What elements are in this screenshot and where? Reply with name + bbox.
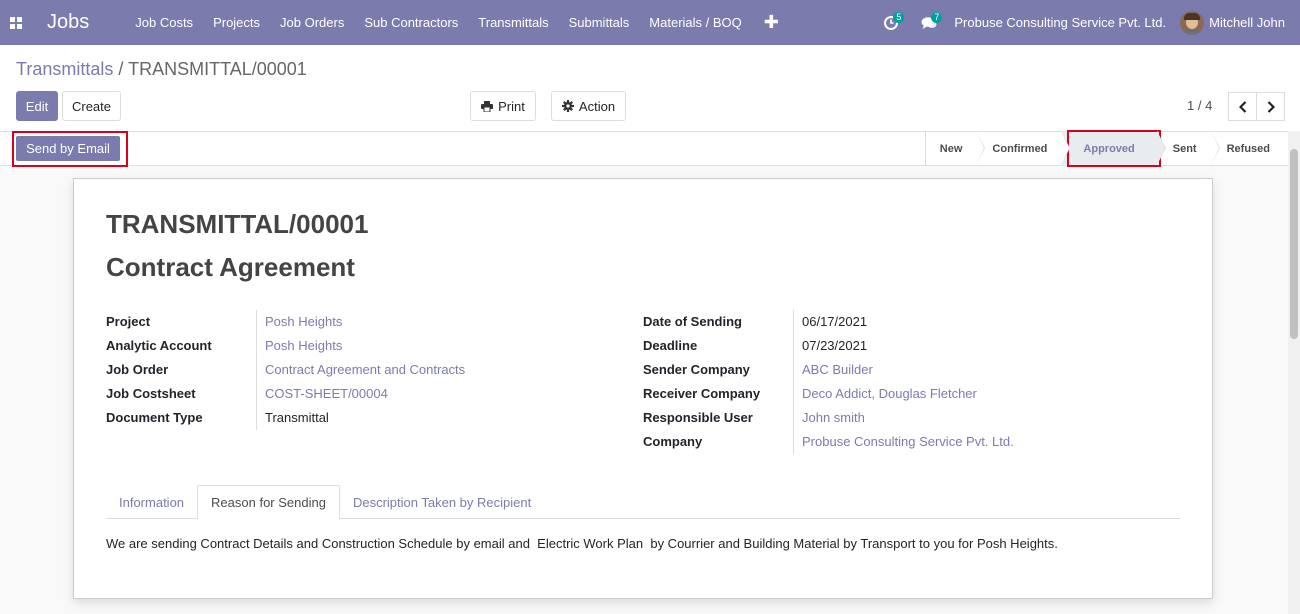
status-stages: New Confirmed Approved Sent Refused xyxy=(924,131,1288,166)
right-field-group: Date of Sending 06/17/2021 Deadline 07/2… xyxy=(643,310,1163,454)
responsible-user-link[interactable]: John smith xyxy=(802,410,865,425)
field-document-type: Document Type Transmittal xyxy=(106,406,626,430)
print-button[interactable]: Print xyxy=(470,91,536,121)
activity-button[interactable]: 5 xyxy=(872,0,910,45)
user-menu[interactable]: Mitchell John xyxy=(1180,10,1300,35)
pager-value[interactable]: 1 / 4 xyxy=(1187,98,1212,113)
notebook-tabs: Information Reason for Sending Descripti… xyxy=(106,485,1180,520)
field-receiver-company: Receiver Company Deco Addict, Douglas Fl… xyxy=(643,382,1163,406)
menu-item-materials-boq[interactable]: Materials / BOQ xyxy=(639,0,751,45)
pager-next-button[interactable] xyxy=(1256,92,1285,121)
tab-reason-for-sending[interactable]: Reason for Sending xyxy=(197,485,340,520)
tab-description-taken-by-recipient[interactable]: Description Taken by Recipient xyxy=(340,485,544,519)
menu-item-projects[interactable]: Projects xyxy=(203,0,270,45)
menu-item-transmittals[interactable]: Transmittals xyxy=(468,0,558,45)
company-switcher[interactable]: Probuse Consulting Service Pvt. Ltd. xyxy=(948,15,1180,30)
record-subtitle: Contract Agreement xyxy=(106,252,355,282)
form-sheet: TRANSMITTAL/00001 Contract Agreement Pro… xyxy=(73,178,1213,599)
breadcrumb-current: TRANSMITTAL/00001 xyxy=(128,59,307,79)
scrollbar-thumb[interactable] xyxy=(1290,149,1298,339)
field-label: Responsible User xyxy=(643,410,753,425)
field-company: Company Probuse Consulting Service Pvt. … xyxy=(643,430,1163,454)
field-label: Sender Company xyxy=(643,362,750,377)
breadcrumb-separator: / xyxy=(118,59,124,79)
field-project: Project Posh Heights xyxy=(106,310,626,334)
gear-icon xyxy=(561,100,574,112)
stage-approved[interactable]: Approved xyxy=(1061,131,1167,166)
navbar-systray: 5 7 Probuse Consulting Service Pvt. Ltd.… xyxy=(872,0,1300,45)
plus-icon[interactable]: ✚ xyxy=(752,0,791,45)
top-navbar: Jobs Job Costs Projects Job Orders Sub C… xyxy=(0,0,1300,45)
field-sender-company: Sender Company ABC Builder xyxy=(643,358,1163,382)
user-name: Mitchell John xyxy=(1209,15,1285,30)
left-field-group: Project Posh Heights Analytic Account Po… xyxy=(106,310,626,430)
analytic-account-link[interactable]: Posh Heights xyxy=(265,338,342,353)
job-costsheet-link[interactable]: COST-SHEET/00004 xyxy=(265,386,388,401)
field-deadline: Deadline 07/23/2021 xyxy=(643,334,1163,358)
avatar xyxy=(1180,10,1205,35)
field-date-of-sending: Date of Sending 06/17/2021 xyxy=(643,310,1163,334)
pager-previous-button[interactable] xyxy=(1228,92,1257,121)
project-link[interactable]: Posh Heights xyxy=(265,314,342,329)
company-link[interactable]: Probuse Consulting Service Pvt. Ltd. xyxy=(802,434,1014,449)
field-label: Project xyxy=(106,314,151,329)
field-label: Company xyxy=(643,434,703,449)
field-job-order: Job Order Contract Agreement and Contrac… xyxy=(106,358,626,382)
document-type-value: Transmittal xyxy=(265,410,329,425)
deadline-value: 07/23/2021 xyxy=(802,338,868,353)
field-job-costsheet: Job Costsheet COST-SHEET/00004 xyxy=(106,382,626,406)
action-button[interactable]: Action xyxy=(551,91,626,121)
activity-count-badge: 5 xyxy=(893,12,905,23)
field-label: Document Type xyxy=(106,410,203,425)
messages-count-badge: 7 xyxy=(931,12,943,23)
field-label: Job Order xyxy=(106,362,169,377)
field-responsible-user: Responsible User John smith xyxy=(643,406,1163,430)
print-icon xyxy=(481,100,494,112)
field-label: Job Costsheet xyxy=(106,386,196,401)
menu-item-submittals[interactable]: Submittals xyxy=(559,0,640,45)
stage-new[interactable]: New xyxy=(926,131,985,166)
messages-button[interactable]: 7 xyxy=(910,0,948,45)
field-label: Receiver Company xyxy=(643,386,761,401)
stage-confirmed[interactable]: Confirmed xyxy=(976,131,1071,166)
action-label: Action xyxy=(578,98,616,114)
chevron-left-icon xyxy=(1238,100,1246,113)
sender-company-link[interactable]: ABC Builder xyxy=(802,362,873,377)
field-label: Analytic Account xyxy=(106,338,212,353)
tab-information[interactable]: Information xyxy=(106,485,197,519)
job-order-link[interactable]: Contract Agreement and Contracts xyxy=(265,362,465,377)
menu-item-job-costs[interactable]: Job Costs xyxy=(125,0,203,45)
print-label: Print xyxy=(498,98,525,114)
app-name[interactable]: Jobs xyxy=(47,11,89,34)
send-by-email-button[interactable]: Send by Email xyxy=(16,136,120,161)
main-menu: Job Costs Projects Job Orders Sub Contra… xyxy=(125,0,791,45)
field-label: Deadline xyxy=(643,338,698,353)
create-button[interactable]: Create xyxy=(62,91,121,121)
chevron-right-icon xyxy=(1267,100,1275,113)
edit-button[interactable]: Edit xyxy=(16,91,58,121)
apps-grid-icon[interactable] xyxy=(0,0,32,45)
scrollbar[interactable] xyxy=(1288,131,1300,614)
reason-for-sending-text: We are sending Contract Details and Cons… xyxy=(106,536,1058,551)
menu-item-job-orders[interactable]: Job Orders xyxy=(270,0,354,45)
field-analytic-account: Analytic Account Posh Heights xyxy=(106,334,626,358)
menu-item-sub-contractors[interactable]: Sub Contractors xyxy=(354,0,468,45)
field-label: Date of Sending xyxy=(643,314,742,329)
date-of-sending-value: 06/17/2021 xyxy=(802,314,868,329)
receiver-company-link[interactable]: Deco Addict, Douglas Fletcher xyxy=(802,386,977,401)
breadcrumb-transmittals[interactable]: Transmittals xyxy=(16,59,113,79)
record-title: TRANSMITTAL/00001 xyxy=(106,209,369,239)
breadcrumb: Transmittals / TRANSMITTAL/00001 xyxy=(16,59,307,80)
stage-refused[interactable]: Refused xyxy=(1211,131,1288,166)
